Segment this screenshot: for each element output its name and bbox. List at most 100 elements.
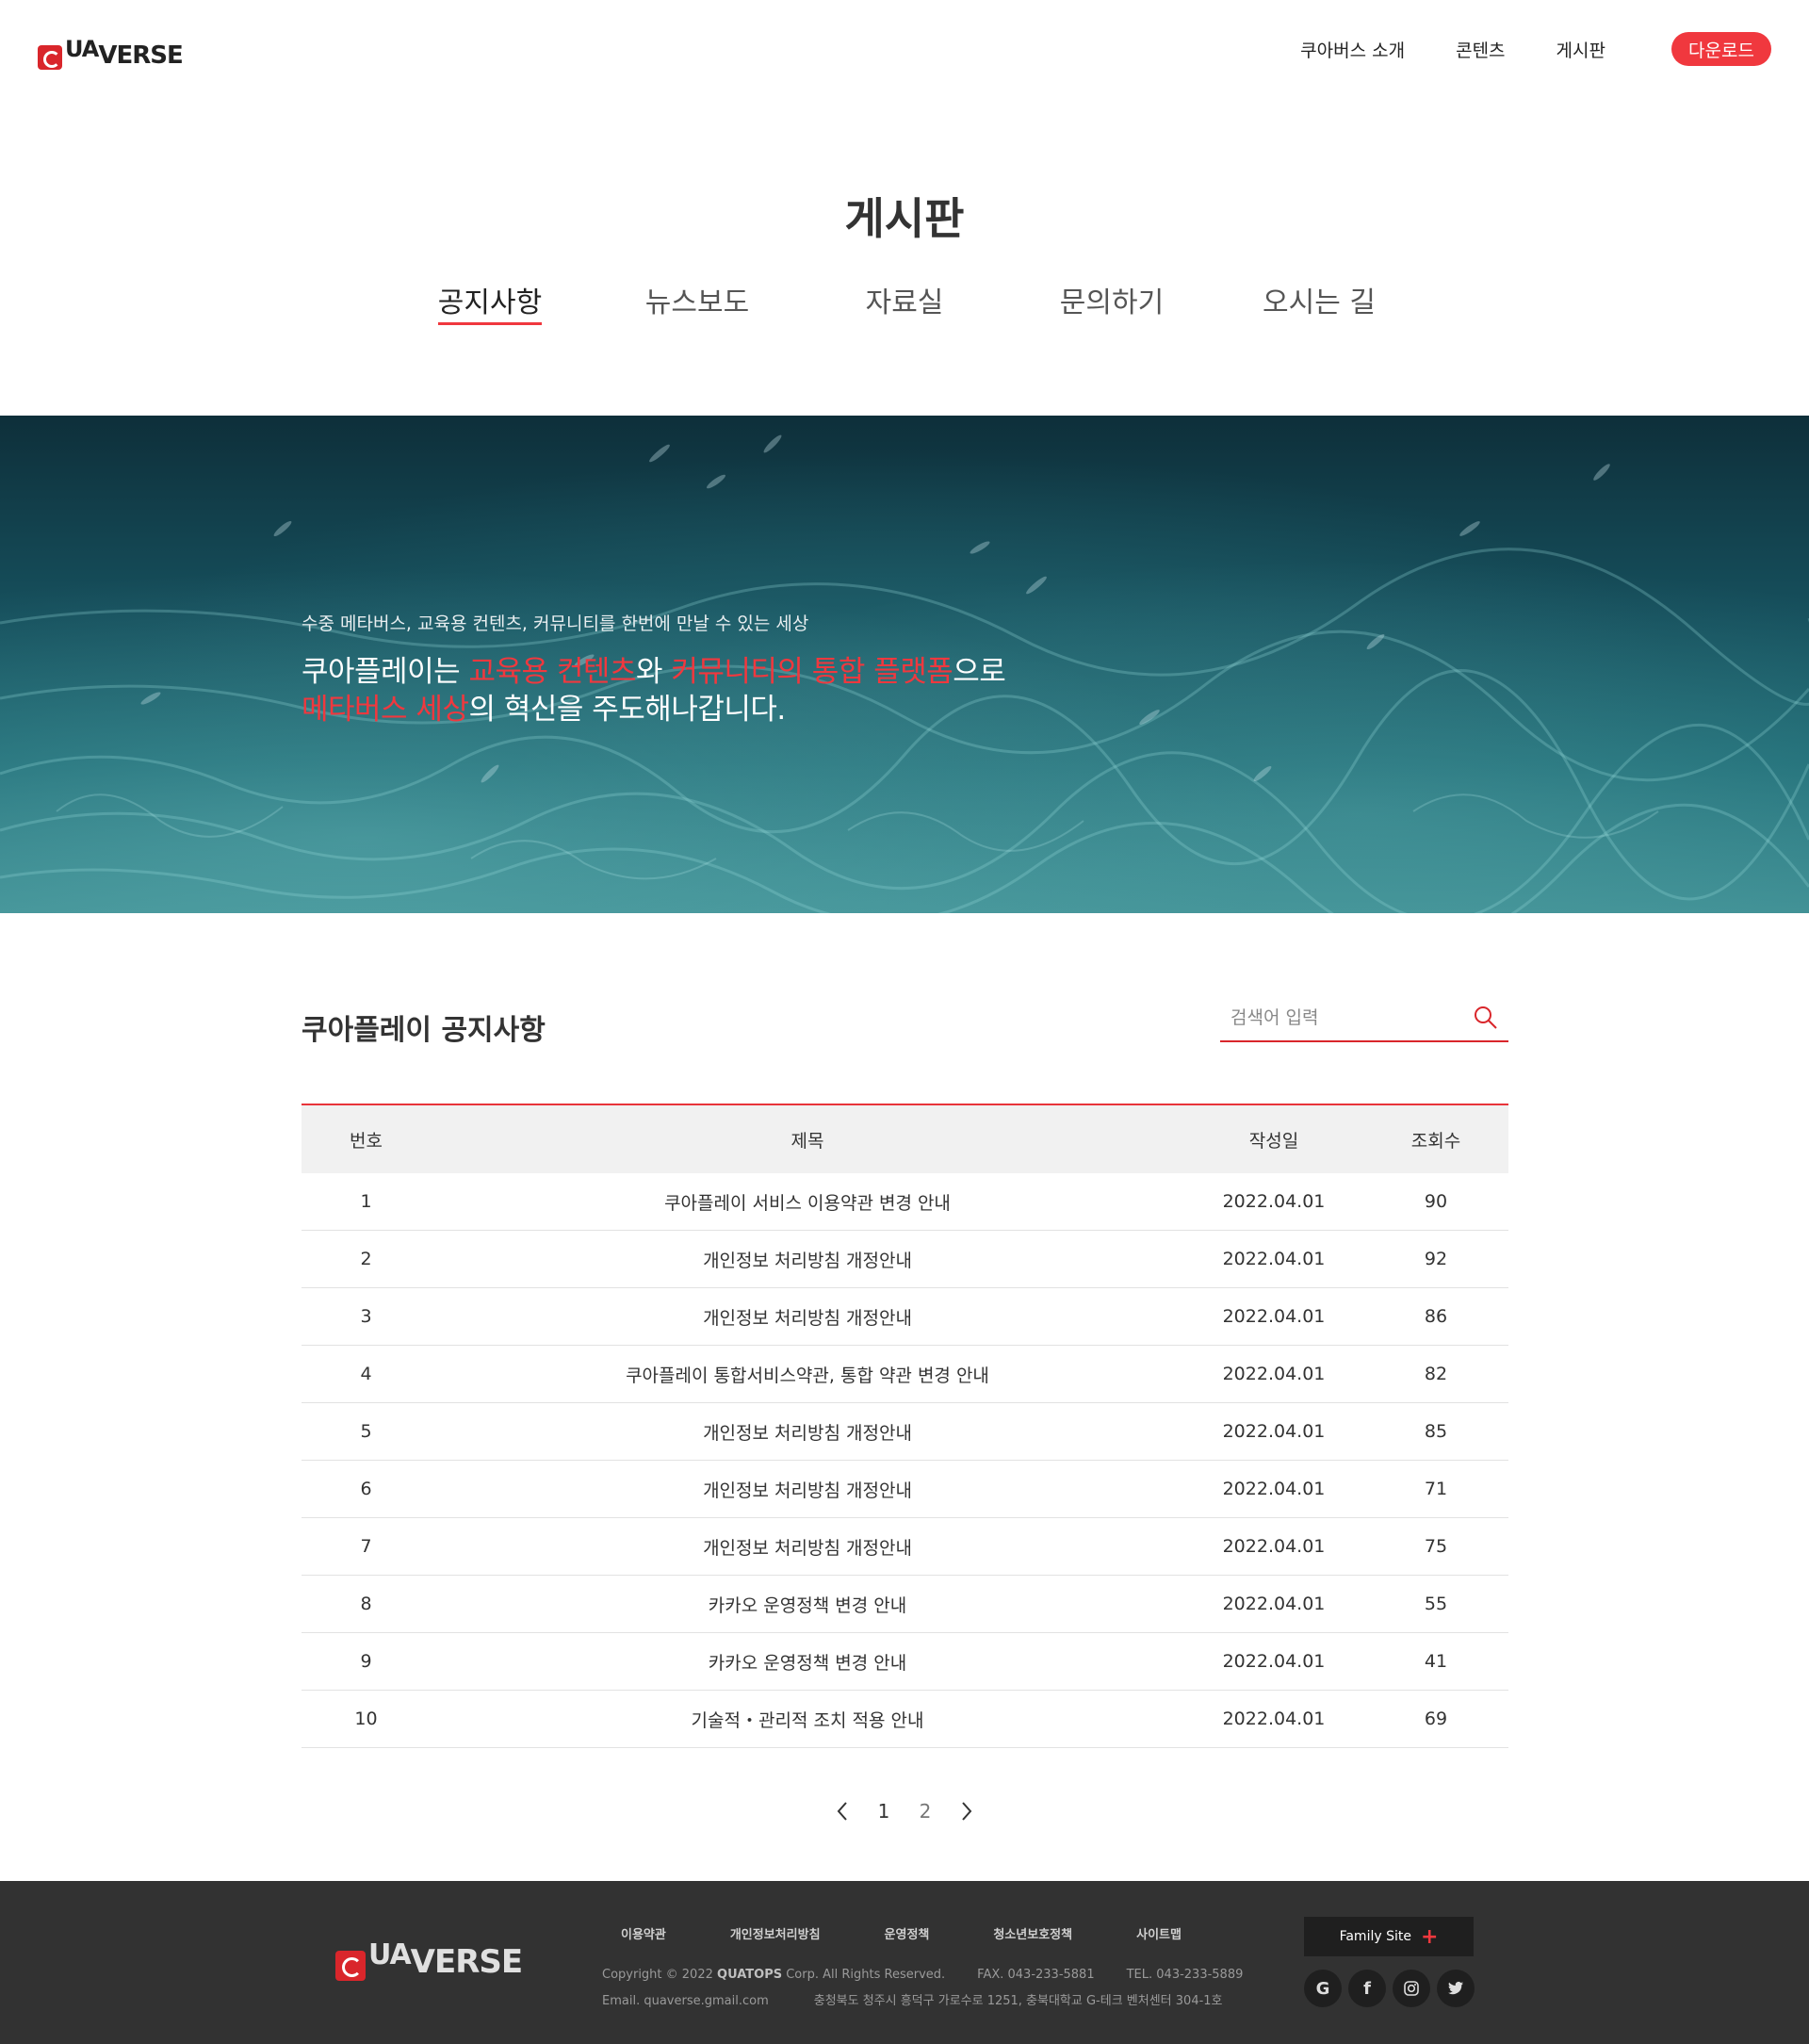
row-date: 2022.04.01 xyxy=(1222,1594,1326,1614)
row-number: 9 xyxy=(360,1651,372,1672)
table-row[interactable]: 9 카카오 운영정책 변경 안내 2022.04.01 41 xyxy=(302,1633,1508,1691)
chevron-right-icon xyxy=(962,1802,972,1821)
logo-mark-icon xyxy=(38,45,62,70)
hero-subtitle: 수중 메타버스, 교육용 컨텐츠, 커뮤니티를 한번에 만날 수 있는 세상 xyxy=(302,613,809,634)
row-views: 86 xyxy=(1424,1306,1448,1327)
footer-copyright-line: Copyright © 2022 QUATOPS Corp. All Right… xyxy=(602,1968,1243,1982)
row-title[interactable]: 개인정보 처리방침 개정안내 xyxy=(431,1419,1184,1445)
company-name: QUATOPS xyxy=(717,1968,783,1982)
download-button[interactable]: 다운로드 xyxy=(1671,32,1771,66)
row-number: 1 xyxy=(360,1191,372,1212)
hero-headline-line1: 쿠아플레이는 교육용 컨텐츠와 커뮤니티의 통합 플랫폼으로 xyxy=(302,647,1006,690)
table-row[interactable]: 8 카카오 운영정책 변경 안내 2022.04.01 55 xyxy=(302,1576,1508,1633)
row-title[interactable]: 카카오 운영정책 변경 안내 xyxy=(431,1592,1184,1617)
row-title[interactable]: 개인정보 처리방침 개정안내 xyxy=(431,1304,1184,1330)
tab-label: 문의하기 xyxy=(1059,286,1165,319)
row-views: 85 xyxy=(1424,1421,1448,1442)
main-nav: 쿠아버스 소개 콘텐츠 게시판 다운로드 xyxy=(1249,32,1771,66)
search-icon[interactable] xyxy=(1473,1005,1499,1031)
row-date: 2022.04.01 xyxy=(1222,1421,1326,1442)
pagination: 1 2 xyxy=(0,1798,1809,1824)
copyright-text: Corp. All Rights Reserved. xyxy=(782,1968,946,1982)
footer-link-youth[interactable]: 청소년보호정책 xyxy=(993,1924,1072,1942)
tab-label: 공지사항 xyxy=(437,279,543,325)
hero-text: 와 xyxy=(635,655,672,689)
table-row[interactable]: 3 개인정보 처리방침 개정안내 2022.04.01 86 xyxy=(302,1288,1508,1346)
table-row[interactable]: 1 쿠아플레이 서비스 이용약관 변경 안내 2022.04.01 90 xyxy=(302,1173,1508,1231)
page-2-button[interactable]: 2 xyxy=(904,1800,946,1823)
tab-archive[interactable]: 자료실 xyxy=(801,279,1008,325)
row-title[interactable]: 쿠아플레이 통합서비스약관, 통합 약관 변경 안내 xyxy=(431,1362,1184,1387)
footer-link-privacy[interactable]: 개인정보처리방침 xyxy=(730,1924,821,1942)
nav-item-contents[interactable]: 콘텐츠 xyxy=(1456,37,1505,62)
table-row[interactable]: 6 개인정보 처리방침 개정안내 2022.04.01 71 xyxy=(302,1461,1508,1518)
logo-text-ua: UA xyxy=(65,36,99,62)
row-date: 2022.04.01 xyxy=(1222,1709,1326,1729)
next-page-button[interactable] xyxy=(946,1798,987,1824)
row-views: 90 xyxy=(1424,1191,1448,1212)
row-title[interactable]: 개인정보 처리방침 개정안내 xyxy=(431,1477,1184,1502)
row-views: 75 xyxy=(1424,1536,1448,1557)
tab-label: 오시는 길 xyxy=(1263,286,1376,319)
fax-number: FAX. 043-233-5881 xyxy=(977,1968,1095,1982)
search-input[interactable] xyxy=(1220,997,1465,1038)
nav-item-about[interactable]: 쿠아버스 소개 xyxy=(1300,37,1405,62)
row-date: 2022.04.01 xyxy=(1222,1306,1326,1327)
table-header: 번호 제목 작성일 조회수 xyxy=(302,1105,1508,1173)
column-header-views: 조회수 xyxy=(1410,1130,1461,1152)
logo-text-verse: VERSE xyxy=(98,41,183,70)
row-date: 2022.04.01 xyxy=(1222,1249,1326,1269)
row-number: 4 xyxy=(360,1364,372,1384)
footer-link-sitemap[interactable]: 사이트맵 xyxy=(1136,1924,1182,1942)
footer-logo[interactable]: UA VERSE xyxy=(335,1938,523,1981)
family-site-button[interactable]: Family Site + xyxy=(1304,1917,1474,1956)
table-row[interactable]: 10 기술적・관리적 조치 적용 안내 2022.04.01 69 xyxy=(302,1691,1508,1748)
tab-inquiry[interactable]: 문의하기 xyxy=(1008,279,1215,325)
hero-highlight: 커뮤니티의 통합 플랫폼 xyxy=(671,655,953,689)
column-header-number: 번호 xyxy=(350,1130,383,1152)
tab-directions[interactable]: 오시는 길 xyxy=(1215,279,1423,325)
tab-notice[interactable]: 공지사항 xyxy=(386,279,594,325)
tel-number: TEL. 043-233-5889 xyxy=(1126,1968,1244,1982)
facebook-icon[interactable]: f xyxy=(1348,1970,1386,2007)
row-date: 2022.04.01 xyxy=(1222,1479,1326,1499)
prev-page-button[interactable] xyxy=(822,1798,863,1824)
table-row[interactable]: 7 개인정보 처리방침 개정안내 2022.04.01 75 xyxy=(302,1518,1508,1576)
table-row[interactable]: 2 개인정보 처리방침 개정안내 2022.04.01 92 xyxy=(302,1231,1508,1288)
nav-item-board[interactable]: 게시판 xyxy=(1556,37,1605,62)
table-row[interactable]: 5 개인정보 처리방침 개정안내 2022.04.01 85 xyxy=(302,1403,1508,1461)
tab-news[interactable]: 뉴스보도 xyxy=(594,279,801,325)
logo-text-ua: UA xyxy=(368,1938,412,1971)
column-header-title: 제목 xyxy=(790,1130,824,1152)
footer-link-terms[interactable]: 이용약관 xyxy=(621,1924,666,1942)
row-number: 6 xyxy=(360,1479,372,1499)
social-links: G f xyxy=(1304,1970,1481,2007)
footer-contact-line: Email. quaverse.gmail.com 충청북도 청주시 흥덕구 가로… xyxy=(602,1990,1223,2008)
site-footer: UA VERSE 이용약관 개인정보처리방침 운영정책 청소년보호정책 사이트맵… xyxy=(0,1881,1809,2044)
table-row[interactable]: 4 쿠아플레이 통합서비스약관, 통합 약관 변경 안내 2022.04.01 82 xyxy=(302,1346,1508,1403)
row-title[interactable]: 카카오 운영정책 변경 안내 xyxy=(431,1649,1184,1675)
row-views: 69 xyxy=(1424,1709,1448,1729)
row-date: 2022.04.01 xyxy=(1222,1651,1326,1672)
plus-icon: + xyxy=(1420,1924,1439,1949)
row-number: 8 xyxy=(360,1594,372,1614)
row-title[interactable]: 기술적・관리적 조치 적용 안내 xyxy=(431,1707,1184,1732)
twitter-icon[interactable] xyxy=(1437,1970,1475,2007)
tab-label: 뉴스보도 xyxy=(644,286,750,319)
chevron-left-icon xyxy=(837,1802,847,1821)
search-box xyxy=(1220,997,1508,1042)
quaverse-logo[interactable]: UA VERSE xyxy=(38,32,184,70)
footer-link-policy[interactable]: 운영정책 xyxy=(885,1924,930,1942)
row-title[interactable]: 개인정보 처리방침 개정안내 xyxy=(431,1247,1184,1272)
row-title[interactable]: 개인정보 처리방침 개정안내 xyxy=(431,1534,1184,1560)
row-title[interactable]: 쿠아플레이 서비스 이용약관 변경 안내 xyxy=(431,1189,1184,1215)
page-title: 게시판 xyxy=(844,193,965,244)
instagram-icon[interactable] xyxy=(1393,1970,1430,2007)
logo-mark-icon xyxy=(335,1951,366,1981)
row-views: 71 xyxy=(1424,1479,1448,1499)
page-1-button[interactable]: 1 xyxy=(863,1800,904,1823)
hero-headline-line2: 메타버스 세상의 혁신을 주도해나갑니다. xyxy=(302,685,786,728)
google-icon[interactable]: G xyxy=(1304,1970,1342,2007)
copyright-text: Copyright © 2022 xyxy=(602,1968,718,1982)
site-header: UA VERSE 쿠아버스 소개 콘텐츠 게시판 다운로드 xyxy=(0,0,1809,102)
